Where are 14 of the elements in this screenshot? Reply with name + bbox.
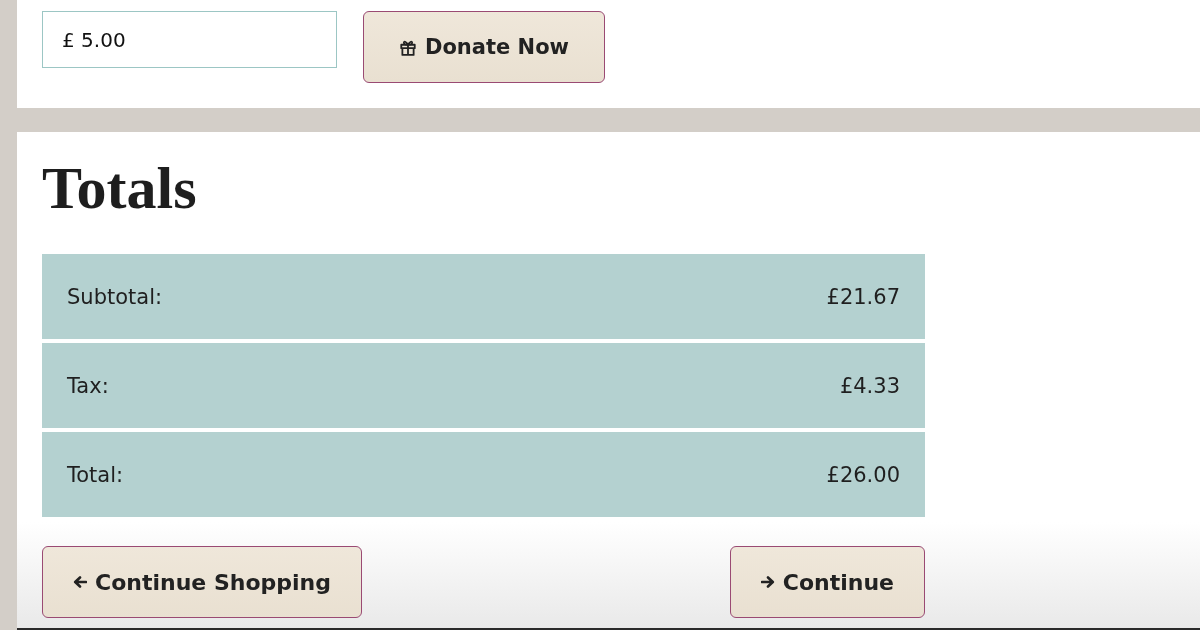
row-amount: £21.67 [826, 284, 900, 309]
arrow-right-icon [760, 576, 775, 588]
row-label: Tax: [67, 373, 109, 398]
arrow-left-icon [73, 576, 87, 588]
amount-field[interactable]: £ 5.00 [42, 11, 337, 68]
row-amount: £4.33 [839, 373, 900, 398]
row-label: Total: [67, 462, 124, 487]
donate-button[interactable]: Donate Now [363, 11, 605, 83]
row-amount: £26.00 [826, 462, 900, 487]
totals-heading: Totals [42, 154, 198, 223]
row-label: Subtotal: [67, 284, 163, 309]
continue-button[interactable]: Continue [729, 546, 925, 618]
continue-shopping-button[interactable]: Continue Shopping [42, 546, 362, 618]
gift-icon [399, 38, 417, 56]
